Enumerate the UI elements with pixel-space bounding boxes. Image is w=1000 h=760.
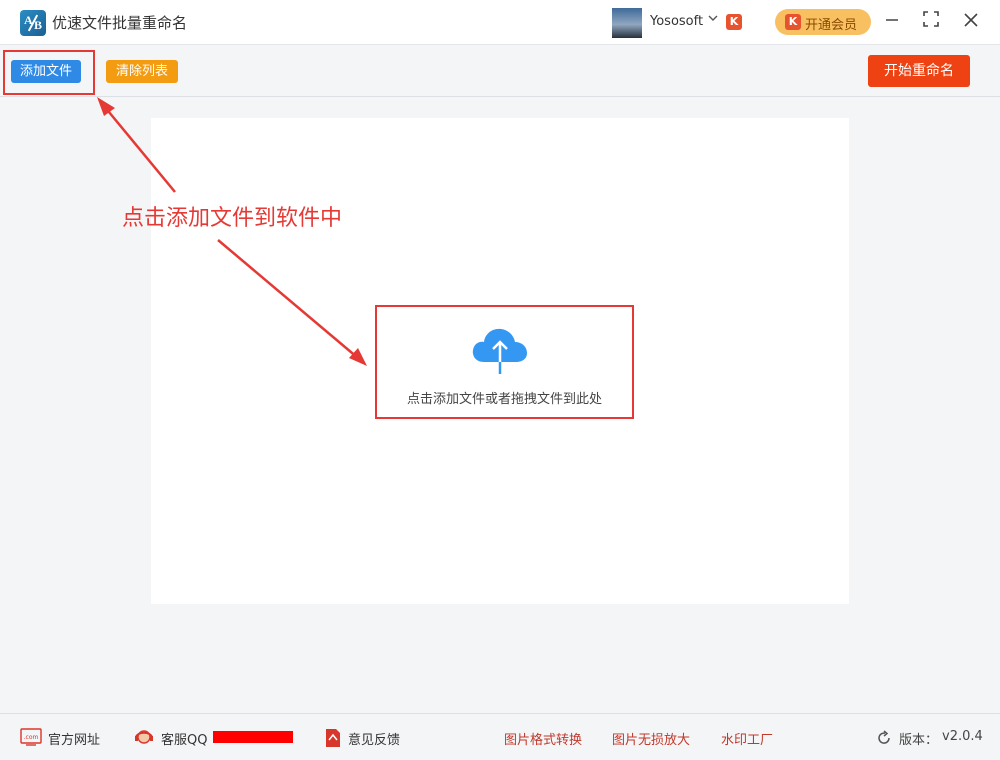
refresh-icon — [878, 730, 890, 744]
annotation-arrow-up — [103, 105, 176, 193]
annotation-arrow-down — [217, 239, 359, 359]
image-lossless-upscale-link[interactable]: 图片无损放大 — [612, 729, 690, 748]
annotation-arrows — [97, 97, 367, 366]
customer-service-qq[interactable]: 客服QQ — [161, 729, 207, 748]
website-icon: .com — [20, 728, 42, 746]
feedback-icon — [326, 729, 340, 747]
image-format-convert-link[interactable]: 图片格式转换 — [504, 729, 582, 748]
version-number: v2.0.4 — [942, 729, 983, 744]
arrow-head-down-icon — [349, 348, 367, 366]
version-label: 版本： — [899, 733, 939, 748]
svg-text:.com: .com — [24, 734, 39, 741]
feedback-link[interactable]: 意见反馈 — [348, 729, 400, 748]
watermark-factory-link[interactable]: 水印工厂 — [721, 729, 773, 748]
arrow-head-up-icon — [97, 97, 115, 116]
redacted-qq-number — [213, 731, 293, 743]
official-website-link[interactable]: 官方网址 — [48, 729, 100, 748]
footer: .com 官方网址 客服QQ 意见反馈 图片格式转换 图片无损放大 水印工厂 版… — [0, 713, 1000, 760]
customer-service-icon — [135, 730, 153, 744]
